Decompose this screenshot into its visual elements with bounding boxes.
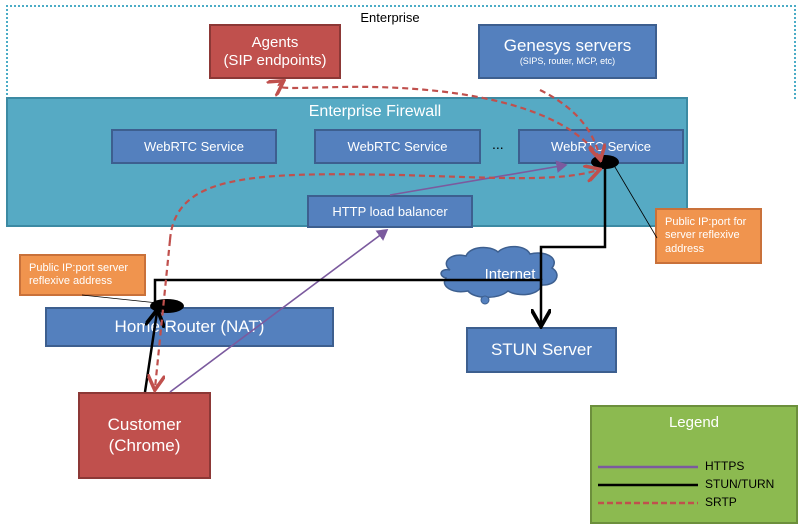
client-nat-binding xyxy=(150,299,184,313)
https-customer-to-lb xyxy=(169,229,389,393)
server-nat-binding xyxy=(591,155,619,169)
srtp-webrtc-to-agents xyxy=(279,82,601,159)
stun-nat-to-stun-server[interactable] xyxy=(153,278,541,324)
server-callout-leader xyxy=(611,161,658,239)
connections-layer xyxy=(81,0,698,505)
stun-webrtc-to-stun-server[interactable] xyxy=(539,165,607,280)
srtp-customer-to-webrtc xyxy=(168,170,598,241)
https-lb-to-webrtc xyxy=(389,160,568,196)
client-callout-leader xyxy=(81,294,159,304)
